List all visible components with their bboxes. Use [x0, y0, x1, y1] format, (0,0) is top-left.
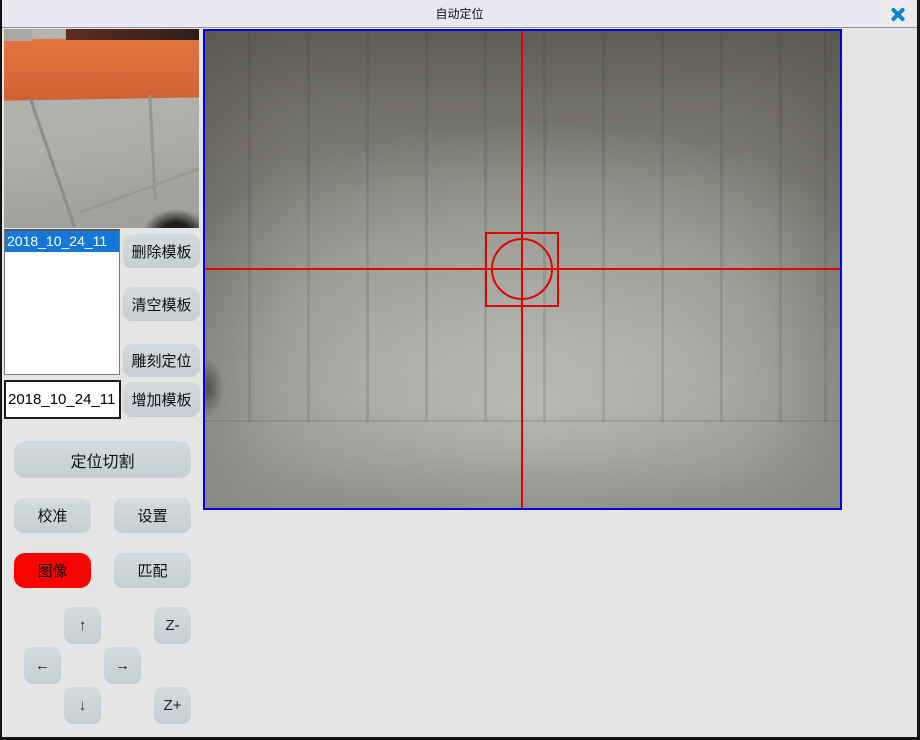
target-circle-overlay	[491, 238, 553, 300]
match-button[interactable]: 匹配	[114, 553, 191, 588]
add-template-button[interactable]: 增加模板	[123, 382, 200, 417]
jog-down-button[interactable]: ↓	[64, 687, 101, 724]
template-thumbnail	[4, 29, 199, 228]
delete-template-button[interactable]: 删除模板	[123, 234, 200, 268]
image-button-active[interactable]: 图像	[14, 553, 91, 588]
template-list-item-selected[interactable]: 2018_10_24_11	[5, 231, 119, 252]
position-cut-button[interactable]: 定位切割	[14, 441, 191, 478]
thumbnail-dark-object	[130, 199, 199, 228]
dialog-title: 自动定位	[435, 5, 483, 22]
close-button[interactable]	[881, 3, 913, 25]
clear-templates-button[interactable]: 清空模板	[123, 287, 200, 321]
template-name-input[interactable]	[4, 380, 121, 419]
jog-up-button[interactable]: ↑	[64, 607, 101, 644]
camera-image	[205, 31, 840, 508]
title-bar: 自动定位	[2, 0, 917, 28]
settings-button[interactable]: 设置	[114, 498, 191, 533]
thumbnail-orange-beam	[4, 36, 199, 101]
jog-left-button[interactable]: ←	[24, 647, 61, 684]
thumbnail-detail	[4, 29, 32, 41]
engrave-position-button[interactable]: 雕刻定位	[123, 344, 200, 377]
jog-right-button[interactable]: →	[104, 647, 141, 684]
auto-position-dialog: 自动定位 2018_10_24_11 删除模板 清空模板 雕刻定位 增加模板 定…	[0, 0, 920, 740]
camera-shadow-smudge	[205, 349, 229, 427]
template-list[interactable]: 2018_10_24_11	[4, 229, 120, 375]
jog-z-plus-button[interactable]: Z+	[154, 687, 191, 724]
thumbnail-tile-line	[29, 98, 76, 228]
camera-view[interactable]	[203, 29, 842, 510]
calibrate-button[interactable]: 校准	[14, 498, 91, 533]
thumbnail-dark-bar	[66, 29, 199, 40]
jog-z-minus-button[interactable]: Z-	[154, 607, 191, 644]
close-icon	[890, 7, 905, 22]
